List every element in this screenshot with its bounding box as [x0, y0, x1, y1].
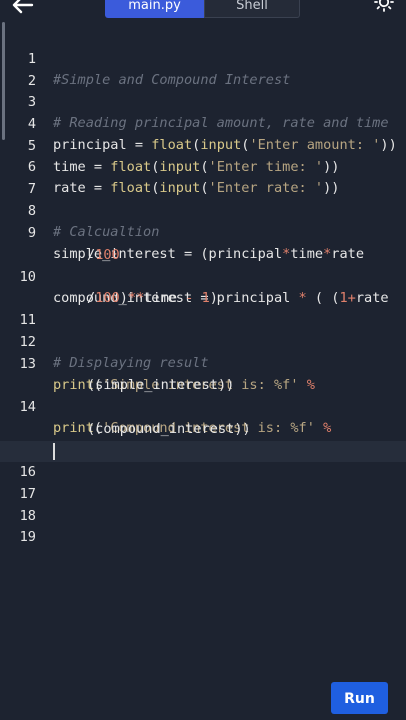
code-line: 12 # Displaying result [0, 311, 406, 371]
code-line: 15 [0, 420, 406, 459]
top-bar: main.py Shell [0, 0, 406, 18]
code-line: 5 time = float(input('Enter time: ')) [0, 115, 406, 175]
line-number: 19 [19, 529, 36, 545]
file-tabs: main.py Shell [105, 0, 300, 18]
sun-icon[interactable] [372, 0, 396, 16]
code-line: 4 principal = float(input('Enter amount:… [0, 93, 406, 153]
code-line: 19 [0, 506, 406, 545]
run-button[interactable]: Run [331, 682, 388, 714]
code-line: 6 rate = float(input('Enter rate: ')) [0, 136, 406, 196]
code-line-wrap: (simple_interest)) [0, 354, 406, 393]
text-cursor [53, 443, 55, 460]
code-line-wrap: /100 [0, 224, 406, 263]
code-editor[interactable]: 1 #Simple and Compound Interest 2 3 # Re… [0, 22, 406, 662]
code-line: 10 compound_interest = principal * ( (1+… [0, 246, 406, 306]
code-line: 1 #Simple and Compound Interest [0, 28, 406, 88]
code-line-active: 16 [0, 441, 406, 480]
tab-main-py[interactable]: main.py [105, 0, 204, 18]
code-line: 9 simple_interest = (principal*time*rate [0, 202, 406, 262]
code-line: 13 print('Simple interest is: %f' % [0, 333, 406, 393]
arrow-left-icon[interactable] [10, 0, 36, 16]
code-line: 18 [0, 485, 406, 524]
code-line-wrap: (compound_interest)) [0, 398, 406, 437]
code-line: 17 [0, 463, 406, 502]
code-line: 8 # Calcualtion [0, 180, 406, 240]
code-line: 7 [0, 158, 406, 197]
code-line: 3 # Reading principal amount, rate and t… [0, 71, 406, 131]
code-line: 2 [0, 50, 406, 89]
code-line: 11 [0, 289, 406, 328]
tab-shell[interactable]: Shell [204, 0, 300, 18]
code-line: 14 print('Compound interest is: %f' % [0, 376, 406, 436]
code-line-wrap: /100)**time - 1) [0, 267, 406, 306]
